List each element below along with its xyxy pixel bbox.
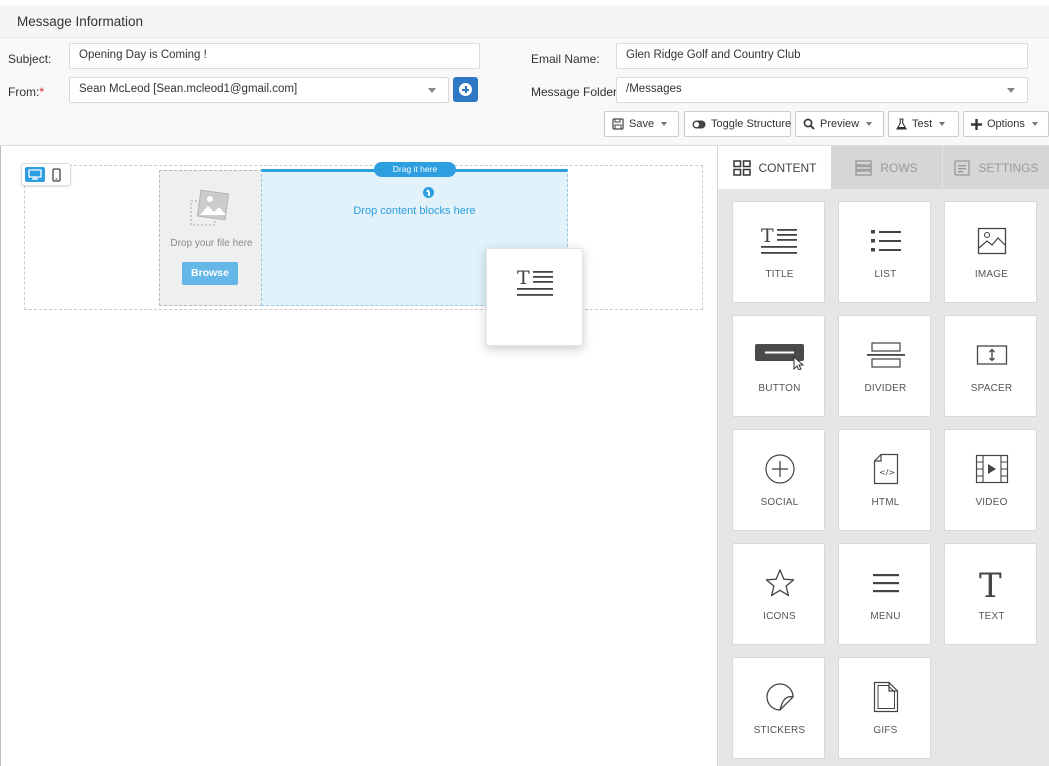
email-name-input[interactable]: Glen Ridge Golf and Country Club [616, 43, 1028, 69]
image-block-placeholder[interactable]: Drop your file here Browse [159, 170, 262, 306]
chevron-down-icon [939, 122, 946, 126]
message-folder-select[interactable]: /Messages [616, 77, 1028, 103]
tab-content[interactable]: CONTENT [718, 146, 831, 189]
sticker-icon [765, 683, 794, 711]
settings-icon [954, 159, 971, 176]
star-icon [765, 569, 794, 597]
tile-divider[interactable]: DIVIDER [838, 315, 931, 417]
tile-video[interactable]: VIDEO [944, 429, 1037, 531]
chevron-down-icon [1031, 122, 1038, 126]
tile-image[interactable]: IMAGE [944, 201, 1037, 303]
plus-circle-icon [459, 83, 472, 96]
save-icon [612, 118, 624, 130]
video-icon [975, 454, 1008, 484]
title-icon: T [517, 267, 553, 296]
required-marker: * [39, 85, 45, 99]
tile-gifs[interactable]: GIFS [838, 657, 931, 759]
preview-button[interactable]: Preview [795, 111, 884, 137]
drop-file-text: Drop your file here [170, 238, 253, 249]
gif-icon [873, 681, 898, 713]
desktop-view-button[interactable] [25, 167, 45, 182]
text-icon: T [979, 566, 1002, 600]
message-folder-value: /Messages [626, 83, 682, 95]
divider-icon [866, 342, 905, 368]
tile-button[interactable]: BUTTON [732, 315, 825, 417]
rows-icon [855, 159, 873, 176]
desktop-icon [28, 169, 42, 180]
content-sidebar: CONTENT ROWS SETTINGS T TITLE LIST IMAGE… [717, 146, 1049, 766]
svg-text:T: T [979, 566, 1002, 600]
chevron-down-icon [428, 88, 436, 93]
chevron-down-icon [866, 122, 873, 126]
tile-text[interactable]: T TEXT [944, 543, 1037, 645]
tile-stickers[interactable]: STICKERS [732, 657, 825, 759]
image-icon [977, 227, 1006, 255]
menu-icon [872, 574, 899, 593]
tile-title[interactable]: T TITLE [732, 201, 825, 303]
chevron-down-icon [661, 122, 668, 126]
test-button[interactable]: Test [888, 111, 959, 137]
list-icon [870, 230, 901, 252]
drop-blocks-text: Drop content blocks here [353, 205, 476, 217]
tab-settings[interactable]: SETTINGS [943, 146, 1049, 189]
device-toggle [21, 163, 71, 186]
page-title: Message Information [17, 14, 144, 29]
browse-button[interactable]: Browse [182, 262, 238, 285]
plus-icon [971, 118, 982, 130]
email-editor: Message Information Subject: Opening Day… [0, 0, 1049, 766]
button-icon [754, 344, 804, 370]
tile-spacer[interactable]: SPACER [944, 315, 1037, 417]
chevron-down-icon [1007, 88, 1015, 93]
add-sender-button[interactable] [453, 77, 478, 102]
mobile-icon [52, 168, 61, 182]
email-name-label: Email Name: [531, 52, 600, 66]
message-folder-label: Message Folder: [531, 85, 621, 99]
save-button[interactable]: Save [604, 111, 679, 137]
subject-input[interactable]: Opening Day is Coming ! [69, 43, 480, 69]
svg-text:T: T [517, 267, 530, 289]
svg-text:</>: </> [879, 468, 895, 477]
tile-social[interactable]: SOCIAL [732, 429, 825, 531]
grid-icon [732, 159, 751, 176]
tab-rows[interactable]: ROWS [831, 146, 942, 189]
tile-menu[interactable]: MENU [838, 543, 931, 645]
drag-here-label: Drag it here [374, 162, 456, 177]
tile-icons[interactable]: ICONS [732, 543, 825, 645]
tile-html[interactable]: </> HTML [838, 429, 931, 531]
toggle-structure-button[interactable]: Toggle Structure [684, 111, 791, 137]
from-select-value: Sean McLeod [Sean.mcleod1@gmail.com] [79, 83, 298, 95]
svg-text:T: T [761, 225, 774, 247]
flask-icon [896, 118, 907, 130]
subject-label: Subject: [8, 52, 52, 66]
options-button[interactable]: Options [963, 111, 1049, 137]
dragging-title-block[interactable]: T [486, 248, 583, 346]
html-icon: </> [873, 453, 898, 485]
search-icon [803, 118, 815, 130]
spacer-icon [976, 345, 1007, 365]
from-label: From:* [8, 85, 45, 99]
tile-list[interactable]: LIST [838, 201, 931, 303]
upload-arrow-icon [423, 187, 434, 198]
image-placeholder-icon [190, 189, 230, 226]
toggle-icon [692, 120, 706, 128]
from-select[interactable]: Sean McLeod [Sean.mcleod1@gmail.com] [69, 77, 449, 103]
social-icon [764, 454, 795, 484]
message-information-header: Message Information [0, 5, 1049, 38]
mobile-view-button[interactable] [52, 168, 61, 185]
message-form: Subject: Opening Day is Coming ! From:* … [0, 38, 1049, 146]
left-border [0, 146, 1, 766]
title-icon: T [760, 225, 797, 254]
